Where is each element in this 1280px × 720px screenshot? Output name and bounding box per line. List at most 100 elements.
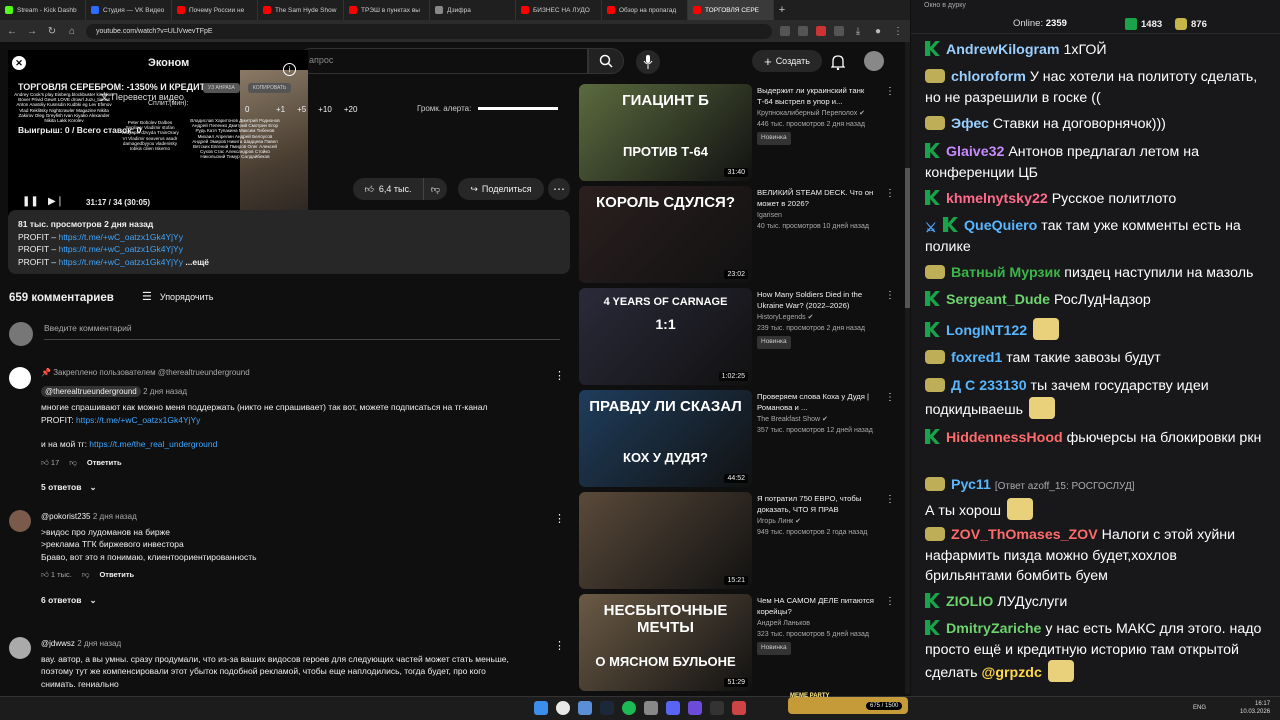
spotify-icon[interactable] (622, 701, 636, 715)
video-title[interactable]: Проверяем слова Коха у Дудя | Романова и… (757, 392, 881, 413)
browser-tab[interactable]: БИЗНЕС НА ЛУДО (516, 0, 602, 20)
comment-dislike-button[interactable]: 👎︎ (69, 457, 77, 470)
channel-name[interactable]: The Breakfast Show ✔ (757, 415, 881, 426)
language-indicator[interactable]: ENG (1193, 705, 1206, 711)
avatar[interactable] (864, 51, 884, 71)
comment-menu-icon[interactable]: ⋮ (554, 639, 565, 652)
video-title[interactable]: How Many Soldiers Died in the Ukraine Wa… (757, 290, 881, 311)
extension-icon[interactable] (816, 26, 826, 36)
chat-username[interactable]: DmitryZariche (946, 621, 1041, 637)
chrome-icon[interactable] (556, 701, 570, 715)
recommended-video[interactable]: НЕСБЫТОЧНЫЕ МЕЧТЫ О МЯСНОМ БУЛЬОНЕ 51:29 Че… (579, 594, 899, 691)
browser-tab[interactable]: Дзифра (430, 0, 516, 20)
next-icon[interactable]: ▶❘ (48, 196, 64, 207)
comment-avatar[interactable] (9, 510, 31, 532)
app-icon[interactable] (732, 701, 746, 715)
share-button[interactable]: ↪ Поделиться (458, 178, 544, 200)
step-button[interactable]: +20 (344, 105, 358, 114)
more-actions-button[interactable]: ⋯ (548, 178, 570, 200)
step-button[interactable]: +10 (318, 105, 332, 114)
browser-tab[interactable]: ТОРГОВЛЯ СЕРЕ (688, 0, 774, 20)
chat-username[interactable]: Glaive32 (946, 144, 1004, 160)
video-menu-icon[interactable]: ⋮ (885, 290, 895, 301)
browser-tab[interactable]: ТРЭШ в пунктах вы (344, 0, 430, 20)
video-thumbnail[interactable]: ГИАЦИНТ Б ПРОТИВ Т-64 31:40 (579, 84, 752, 181)
comment-link[interactable]: https://t.me/the_real_underground (89, 439, 217, 449)
close-icon[interactable]: ✕ (12, 56, 26, 70)
sort-button[interactable]: ☰ Упорядочить (142, 290, 213, 303)
steam-icon[interactable] (600, 701, 614, 715)
recommended-video[interactable]: 15:21 Я потратил 750 ЕВРО, чтобы доказать… (579, 492, 899, 589)
video-thumbnail[interactable]: НЕСБЫТОЧНЫЕ МЕЧТЫ О МЯСНОМ БУЛЬОНЕ 51:29 (579, 594, 752, 691)
step-button[interactable]: +5 (297, 105, 306, 114)
like-button[interactable]: 👍︎ 6,4 тыс. (353, 178, 423, 200)
video-thumbnail[interactable]: ПРАВДУ ЛИ СКАЗАЛ КОХ У ДУДЯ? 44:52 (579, 390, 752, 487)
obs-icon[interactable] (710, 701, 724, 715)
create-button[interactable]: + Создать (752, 50, 822, 72)
chat-username[interactable]: Sergeant_Dude (946, 292, 1050, 308)
search-input[interactable]: апрос (298, 48, 588, 74)
comment-like-button[interactable]: 👍︎ 17 (41, 457, 59, 470)
recommended-video[interactable]: ГИАЦИНТ Б ПРОТИВ Т-64 31:40 Выдержит ли укр… (579, 84, 899, 181)
video-title[interactable]: Чем НА САМОМ ДЕЛЕ питаются корейцы? (757, 596, 881, 617)
chat-mention[interactable]: @grpzdc (982, 665, 1042, 681)
pause-icon[interactable]: ❚❚ (22, 196, 39, 207)
comment-like-button[interactable]: 👍︎ 1 тыс. (41, 569, 72, 582)
chat-username[interactable]: ZOV_ThOmases_ZOV (951, 527, 1098, 543)
extension-icon[interactable] (798, 26, 808, 36)
browser-tab[interactable]: Почему России не (172, 0, 258, 20)
channel-name[interactable]: Андрей Ланьков (757, 619, 881, 630)
replies-toggle[interactable]: 5 ответов ⌄ (9, 481, 541, 494)
comment-menu-icon[interactable]: ⋮ (554, 512, 565, 525)
chat-username[interactable]: chloroform (951, 69, 1026, 85)
chat-username[interactable]: ZIOLIO (946, 594, 993, 610)
comment-dislike-button[interactable]: 👎︎ (82, 569, 90, 582)
notifications-button[interactable] (828, 52, 848, 72)
home-icon[interactable]: ⌂ (66, 26, 78, 37)
recommended-video[interactable]: 4 YEARS OF CARNAGE 1:1 1:02:25 How Many Sol… (579, 288, 899, 385)
app-icon[interactable] (644, 701, 658, 715)
browser-tab[interactable]: Студия — VK Видео (86, 0, 172, 20)
info-icon[interactable]: i (283, 63, 296, 76)
browser-tab[interactable]: Stream - Kick Dashb (0, 0, 86, 20)
video-menu-icon[interactable]: ⋮ (885, 392, 895, 403)
description-box[interactable]: 81 тыс. просмотров 2 дня назад PROFIT – … (8, 210, 570, 274)
files-icon[interactable] (578, 701, 592, 715)
chat-username[interactable]: foxred1 (951, 350, 1002, 366)
browser-tab[interactable]: The Sam Hyde Show (258, 0, 344, 20)
video-menu-icon[interactable]: ⋮ (885, 86, 895, 97)
discord-icon[interactable] (666, 701, 680, 715)
browser-tab[interactable]: Обзор на пропагад (602, 0, 688, 20)
extension-icon[interactable] (780, 26, 790, 36)
scrollbar-thumb[interactable] (905, 168, 910, 308)
app-icon[interactable] (688, 701, 702, 715)
dislike-button[interactable]: 👎︎ (423, 178, 447, 200)
video-title[interactable]: ВЕЛИКИЙ STEAM DECK. Что он может в 2026? (757, 188, 881, 209)
chat-username[interactable]: LongINT122 (946, 323, 1027, 339)
comment-avatar[interactable] (9, 637, 31, 659)
forward-icon[interactable]: → (26, 26, 38, 37)
profit-link[interactable]: https://t.me/+wC_oatzx1Gk4YjYy (58, 244, 182, 254)
channel-name[interactable]: Igarisen (757, 211, 881, 222)
step-button[interactable]: +1 (276, 105, 285, 114)
chat-username[interactable]: Эфес (951, 116, 989, 132)
overlay-chip[interactable]: КОПИРОВАТЬ (247, 83, 292, 93)
video-thumbnail[interactable]: КОРОЛЬ СДУЛСЯ? 23:02 (579, 186, 752, 283)
comment-author[interactable]: @therealtrueunderground (41, 385, 141, 397)
chat-username[interactable]: HiddennessHood (946, 430, 1063, 446)
channel-name[interactable]: Крупнокалиберный Переполох ✔ (757, 109, 881, 120)
menu-icon[interactable]: ⋮ (892, 26, 904, 37)
video-title[interactable]: Выдержит ли украинский танк Т-64 выстрел… (757, 86, 881, 107)
start-icon[interactable] (534, 701, 548, 715)
comment-input[interactable]: Введите комментарий (44, 323, 560, 340)
reply-button[interactable]: Ответить (99, 569, 134, 582)
replies-toggle[interactable]: 6 ответов ⌄ (9, 594, 541, 607)
channel-name[interactable]: HistoryLegends ✔ (757, 313, 881, 324)
video-menu-icon[interactable]: ⋮ (885, 188, 895, 199)
video-thumbnail[interactable]: 4 YEARS OF CARNAGE 1:1 1:02:25 (579, 288, 752, 385)
recommended-video[interactable]: ПРАВДУ ЛИ СКАЗАЛ КОХ У ДУДЯ? 44:52 Проверяе… (579, 390, 899, 487)
page-scrollbar[interactable] (905, 42, 910, 694)
profit-link[interactable]: https://t.me/+wC_oatzx1Gk4YjYy (58, 232, 182, 242)
new-tab-button[interactable]: + (774, 4, 790, 16)
video-menu-icon[interactable]: ⋮ (885, 494, 895, 505)
